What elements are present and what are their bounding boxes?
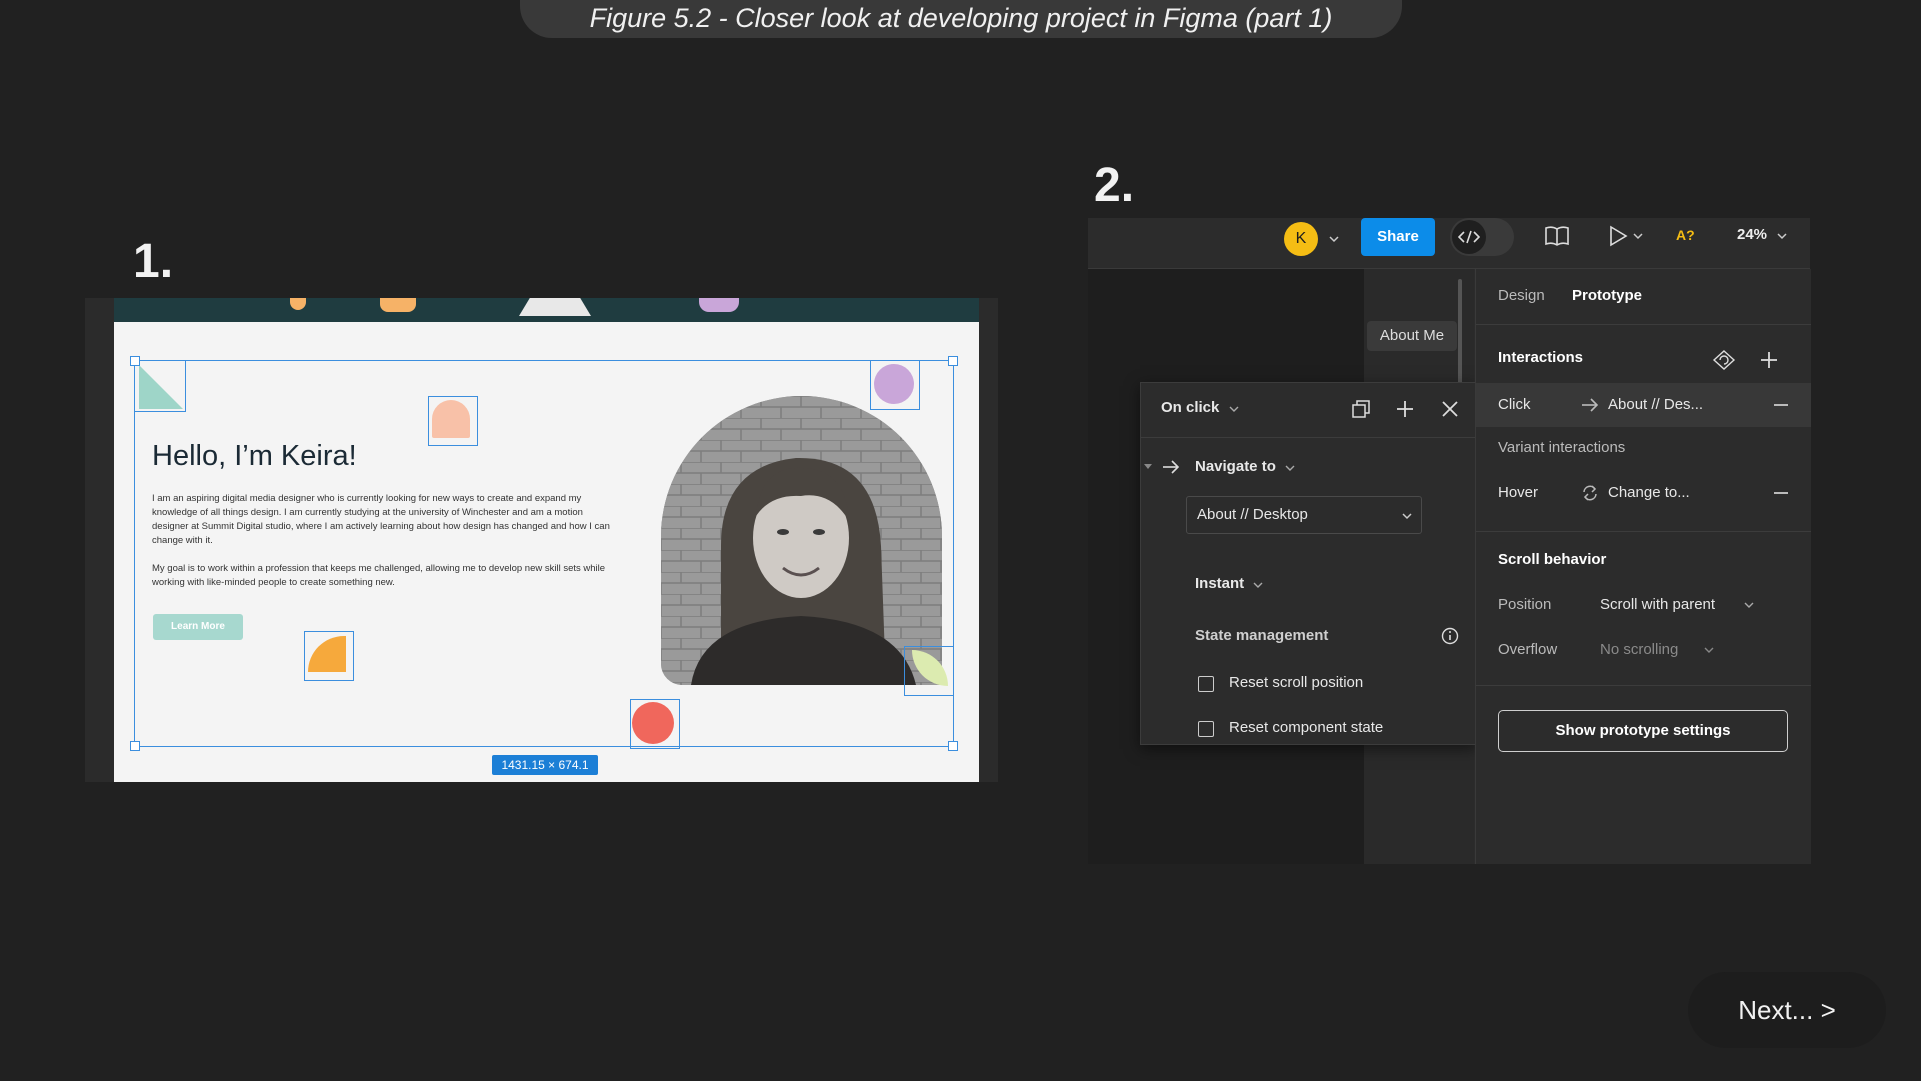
chevron-down-icon[interactable] xyxy=(1704,646,1714,654)
chevron-down-icon xyxy=(1402,513,1412,520)
chevron-down-icon[interactable] xyxy=(1285,464,1295,472)
zoom-level[interactable]: 24% xyxy=(1737,226,1767,243)
frame-label-about-me[interactable]: About Me xyxy=(1367,321,1457,351)
panel-divider xyxy=(1476,324,1811,325)
chevron-down-icon[interactable] xyxy=(1632,231,1644,241)
chevron-down-icon[interactable] xyxy=(1229,405,1239,413)
interaction-row-hover[interactable]: Hover Change to... xyxy=(1476,471,1811,515)
overflow-label: Overflow xyxy=(1498,641,1558,658)
arrow-right-icon xyxy=(1163,460,1180,474)
interaction-row-click[interactable]: Click About // Des... xyxy=(1476,383,1811,427)
top-shape-white xyxy=(519,298,591,316)
interactions-title: Interactions xyxy=(1498,349,1584,366)
tab-design[interactable]: Design xyxy=(1498,287,1545,304)
flow-starting-point-icon[interactable] xyxy=(1712,349,1736,371)
next-button[interactable]: Next... > xyxy=(1688,972,1886,1048)
reset-component-label: Reset component state xyxy=(1229,719,1384,736)
dimensions-badge: 1431.15 × 674.1 xyxy=(492,755,598,775)
panel-divider xyxy=(1476,685,1811,686)
close-icon[interactable] xyxy=(1441,400,1459,418)
site-top-strip xyxy=(114,298,979,322)
chevron-down-icon[interactable] xyxy=(1253,581,1263,589)
code-icon xyxy=(1458,230,1480,244)
resize-handle-top-left[interactable] xyxy=(130,356,140,366)
popup-divider xyxy=(1141,437,1476,438)
accessibility-indicator[interactable]: A? xyxy=(1676,227,1695,243)
variant-interactions-title: Variant interactions xyxy=(1498,439,1626,456)
library-book-icon[interactable] xyxy=(1544,225,1570,247)
state-management-title: State management xyxy=(1195,627,1329,644)
resize-handle-bottom-left[interactable] xyxy=(130,741,140,751)
arrow-right-icon xyxy=(1582,398,1599,412)
step-number-2: 2. xyxy=(1094,159,1135,212)
present-play-icon[interactable] xyxy=(1608,225,1628,247)
interaction-action-click: About // Des... xyxy=(1608,396,1704,413)
info-icon[interactable] xyxy=(1441,627,1459,645)
overflow-select[interactable]: No scrolling xyxy=(1600,641,1678,658)
share-button[interactable]: Share xyxy=(1361,218,1435,256)
interaction-details-popup: On click Navigate to About // Desktop In… xyxy=(1140,382,1477,745)
prototype-properties-panel: Design Prototype Interactions Click Abou… xyxy=(1475,269,1811,864)
animation-select[interactable]: Instant xyxy=(1195,575,1244,592)
destination-select[interactable]: About // Desktop xyxy=(1186,496,1422,534)
position-label: Position xyxy=(1498,596,1552,613)
top-shape-orange-small xyxy=(290,298,306,310)
detach-copy-icon[interactable] xyxy=(1351,399,1371,419)
interaction-trigger-click: Click xyxy=(1498,396,1531,413)
top-shape-orange xyxy=(380,298,416,312)
figure-caption: Figure 5.2 - Closer look at developing p… xyxy=(520,0,1402,38)
destination-value: About // Desktop xyxy=(1197,506,1308,523)
figma-toolbar: K Share A? 24% xyxy=(1088,218,1810,269)
chevron-down-icon[interactable] xyxy=(1744,601,1754,609)
trigger-select[interactable]: On click xyxy=(1161,399,1219,416)
interaction-trigger-hover: Hover xyxy=(1498,484,1539,501)
add-interaction-plus-icon[interactable] xyxy=(1760,351,1778,369)
remove-interaction-minus-icon[interactable] xyxy=(1774,404,1788,406)
chevron-down-icon[interactable] xyxy=(1776,231,1788,241)
user-avatar[interactable]: K xyxy=(1284,222,1318,256)
scroll-behavior-title: Scroll behavior xyxy=(1498,551,1607,568)
top-shape-purple xyxy=(699,298,739,312)
show-prototype-settings-button[interactable]: Show prototype settings xyxy=(1498,710,1788,752)
collapse-caret-icon[interactable] xyxy=(1143,463,1153,471)
figma-prototype-panel: K Share A? 24% About Me On click Navigat… xyxy=(1088,218,1811,864)
resize-handle-top-right[interactable] xyxy=(948,356,958,366)
canvas-scrollbar[interactable] xyxy=(1458,279,1462,389)
reset-component-checkbox[interactable] xyxy=(1198,721,1214,737)
tab-prototype[interactable]: Prototype xyxy=(1572,287,1642,304)
selection-box[interactable] xyxy=(130,356,958,751)
chevron-down-icon[interactable] xyxy=(1328,234,1340,244)
dev-mode-toggle[interactable] xyxy=(1450,218,1514,256)
panel-divider xyxy=(1476,531,1811,532)
remove-interaction-minus-icon[interactable] xyxy=(1774,492,1788,494)
position-select[interactable]: Scroll with parent xyxy=(1600,596,1715,613)
reset-scroll-checkbox[interactable] xyxy=(1198,676,1214,692)
website-frame-preview[interactable]: Hello, I’m Keira! I am an aspiring digit… xyxy=(114,298,979,782)
interaction-action-hover: Change to... xyxy=(1608,484,1690,501)
reset-scroll-label: Reset scroll position xyxy=(1229,674,1364,691)
change-to-cycle-icon xyxy=(1583,485,1597,501)
step-number-1: 1. xyxy=(133,235,174,288)
resize-handle-bottom-right[interactable] xyxy=(948,741,958,751)
plus-icon[interactable] xyxy=(1395,399,1415,419)
action-select[interactable]: Navigate to xyxy=(1195,458,1276,475)
